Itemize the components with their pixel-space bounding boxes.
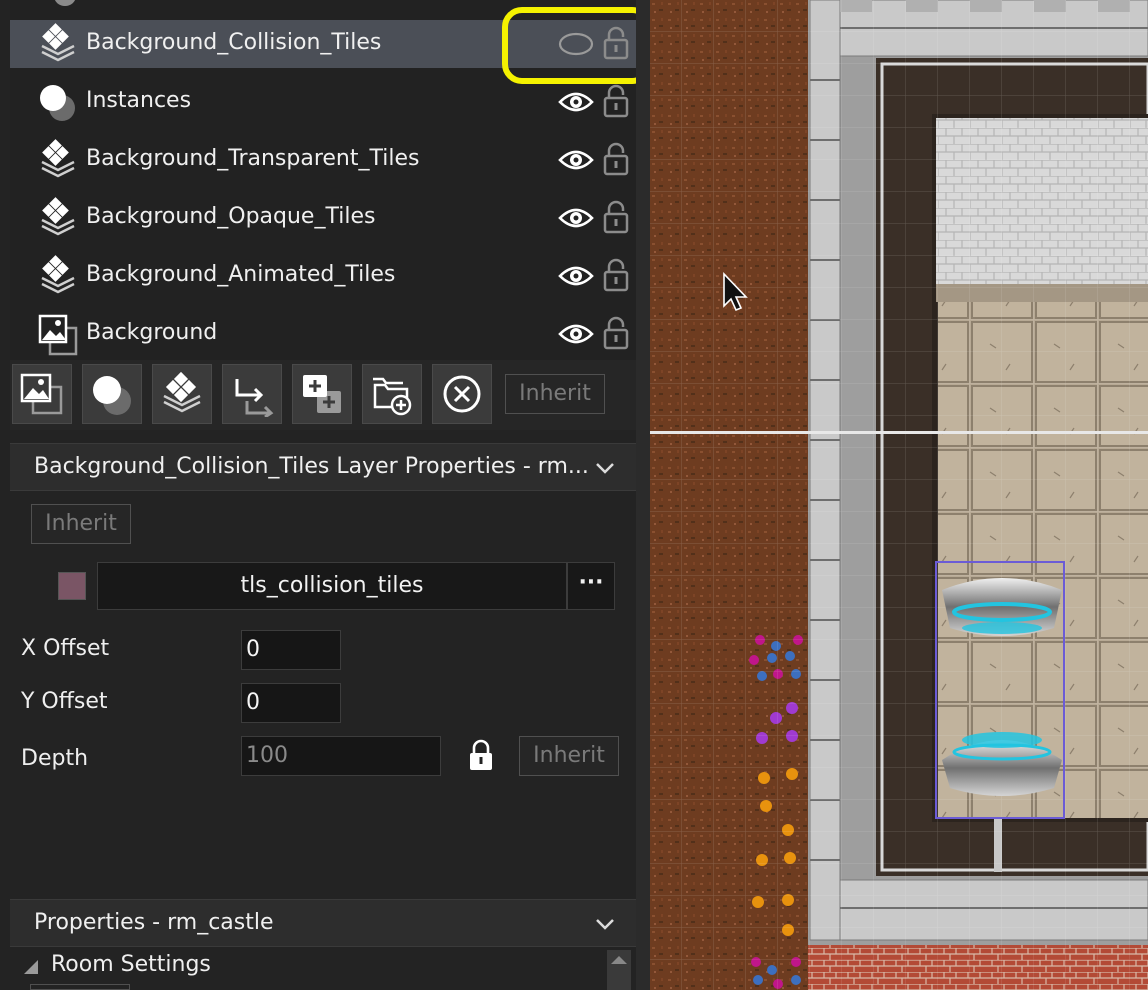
layer-row-background-transparent-tiles[interactable]: Background_Transparent_Tiles	[10, 136, 636, 184]
room-settings-field[interactable]	[30, 984, 130, 990]
x-offset-label: X Offset	[21, 636, 110, 661]
teleporter-pad-top[interactable]	[942, 578, 1062, 636]
depth-input[interactable]: 100	[241, 736, 441, 776]
background-layer-icon	[20, 373, 63, 415]
y-offset-input[interactable]: 0	[241, 683, 341, 723]
layer-name: Background_Transparent_Tiles	[86, 146, 420, 171]
background-layer-icon	[38, 314, 78, 356]
layer-name: Background_Collision_Tiles	[86, 30, 382, 55]
scrollbar[interactable]	[607, 950, 631, 990]
eye-icon[interactable]	[558, 90, 594, 114]
unlocked-padlock-icon[interactable]	[602, 316, 630, 350]
room-properties-panel: Room Settings	[10, 948, 636, 990]
unlocked-padlock-icon[interactable]	[602, 200, 630, 234]
eye-icon[interactable]	[558, 148, 594, 172]
tile-layer-icon	[163, 371, 201, 413]
eye-icon[interactable]	[558, 264, 594, 288]
room-properties-header[interactable]: Properties - rm_castle	[10, 899, 636, 947]
tile-layer-icon	[41, 139, 75, 178]
add-layer-icon	[303, 375, 341, 413]
layer-name: Instances	[86, 88, 192, 113]
x-offset-input[interactable]: 0	[241, 630, 341, 670]
room-view	[650, 0, 1148, 990]
tileset-color-swatch	[58, 572, 86, 600]
tile-layer-icon	[41, 255, 75, 294]
partial-layer-icon	[54, 0, 76, 6]
room-settings-label[interactable]: Room Settings	[51, 952, 211, 977]
collapse-triangle-icon[interactable]	[24, 960, 38, 974]
panel-splitter[interactable]	[636, 0, 650, 990]
layer-row-background-animated-tiles[interactable]: Background_Animated_Tiles	[10, 252, 636, 300]
inherit-tileset-button[interactable]: Inherit	[31, 504, 131, 544]
tileset-selector[interactable]: tls_collision_tiles	[97, 562, 567, 610]
add-instance-layer-button[interactable]	[82, 364, 142, 424]
scroll-up-arrow-icon[interactable]	[611, 954, 627, 964]
instance-layer-icon	[93, 376, 131, 415]
view-guide-line	[650, 431, 1148, 434]
add-folder-icon	[373, 377, 412, 416]
tile-layer-icon	[41, 23, 75, 62]
close-circle-icon	[443, 375, 481, 413]
inherit-layers-button[interactable]: Inherit	[505, 374, 605, 414]
layer-properties-panel: Inherit tls_collision_tiles ··· X Offset…	[10, 492, 636, 886]
padlock-icon[interactable]	[468, 738, 494, 772]
tileset-more-button[interactable]: ···	[567, 562, 615, 610]
unlocked-padlock-icon[interactable]	[602, 258, 630, 292]
layer-toolbar: Inherit	[10, 360, 636, 430]
layer-row-background[interactable]: Background	[10, 310, 636, 358]
layer-properties-title: Background_Collision_Tiles Layer Propert…	[34, 454, 589, 479]
unlocked-padlock-icon[interactable]	[602, 84, 630, 118]
eye-icon[interactable]	[558, 322, 594, 346]
room-properties-title: Properties - rm_castle	[34, 910, 274, 935]
add-tile-layer-button[interactable]	[152, 364, 212, 424]
room-canvas[interactable]	[650, 0, 1148, 990]
unlocked-padlock-icon[interactable]	[602, 26, 630, 60]
add-folder-button[interactable]	[362, 364, 422, 424]
layer-row-background-collision-tiles[interactable]: Background_Collision_Tiles	[10, 20, 636, 68]
unlocked-padlock-icon[interactable]	[602, 142, 630, 176]
layer-name: Background_Opaque_Tiles	[86, 204, 376, 229]
add-path-layer-button[interactable]	[222, 364, 282, 424]
eye-icon[interactable]	[558, 206, 594, 230]
eye-hidden-icon[interactable]	[558, 32, 594, 56]
depth-inherit-button[interactable]: Inherit	[519, 736, 619, 776]
layer-properties-header[interactable]: Background_Collision_Tiles Layer Propert…	[10, 443, 636, 491]
layer-row-background-opaque-tiles[interactable]: Background_Opaque_Tiles	[10, 194, 636, 242]
delete-layer-button[interactable]	[432, 364, 492, 424]
path-layer-icon	[235, 379, 274, 417]
y-offset-label: Y Offset	[21, 689, 108, 714]
instance-layer-icon	[40, 85, 75, 121]
layer-name: Background	[86, 320, 218, 345]
layer-name: Background_Animated_Tiles	[86, 262, 396, 287]
depth-label: Depth	[21, 746, 89, 771]
chevron-down-icon[interactable]	[594, 914, 616, 934]
layer-list: Background_Collision_Tiles Instances Bac…	[10, 0, 636, 360]
layer-row-instances[interactable]: Instances	[10, 78, 636, 126]
add-asset-layer-button[interactable]	[292, 364, 352, 424]
room-editor-panel: Background_Collision_Tiles Instances Bac…	[0, 0, 650, 990]
chevron-down-icon[interactable]	[594, 458, 616, 478]
add-background-layer-button[interactable]	[12, 364, 72, 424]
tile-layer-icon	[41, 197, 75, 236]
